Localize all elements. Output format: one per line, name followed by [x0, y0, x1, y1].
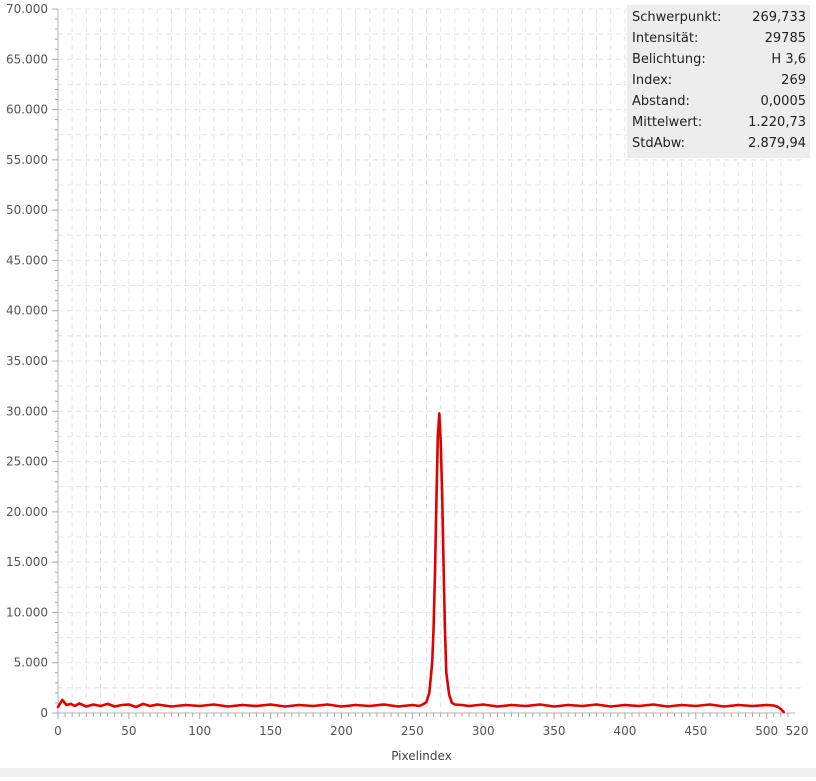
info-value: 269	[781, 73, 806, 88]
y-tick-label: 40.000	[6, 304, 48, 318]
y-tick-label: 60.000	[6, 103, 48, 117]
info-label: Abstand:	[632, 94, 690, 109]
info-row-stdabw: StdAbw: 2.879,94	[632, 133, 806, 154]
y-tick-label: 30.000	[6, 404, 48, 418]
x-tick-label: 450	[684, 724, 707, 738]
info-row-mittelwert: Mittelwert: 1.220,73	[632, 112, 806, 133]
info-row-schwerpunkt: Schwerpunkt: 269,733	[632, 7, 806, 28]
x-tick-label: 500	[755, 724, 778, 738]
x-tick-label: 200	[330, 724, 353, 738]
info-value: 269,733	[752, 10, 806, 25]
x-tick-label: 50	[121, 724, 136, 738]
y-tick-label: 65.000	[6, 52, 48, 66]
y-tick-label: 70.000	[6, 2, 48, 16]
y-tick-label: 5.000	[14, 656, 48, 670]
info-panel: Schwerpunkt: 269,733 Intensität: 29785 B…	[627, 5, 810, 158]
series-layer	[56, 412, 786, 714]
y-tick-label: 55.000	[6, 153, 48, 167]
y-tick-label: 15.000	[6, 555, 48, 569]
info-row-index: Index: 269	[632, 70, 806, 91]
info-label: Mittelwert:	[632, 115, 703, 130]
x-tick-label: 100	[188, 724, 211, 738]
x-tick-label: 350	[543, 724, 566, 738]
info-label: Belichtung:	[632, 52, 706, 67]
series-line	[56, 412, 786, 714]
y-tick-label: 25.000	[6, 455, 48, 469]
info-value: 0,0005	[760, 94, 807, 109]
info-value: H 3,6	[771, 52, 806, 67]
x-tick-label: 520	[786, 724, 809, 738]
x-tick-label: 400	[613, 724, 636, 738]
info-row-belichtung: Belichtung: H 3,6	[632, 49, 806, 70]
info-row-abstand: Abstand: 0,0005	[632, 91, 806, 112]
y-tick-label: 35.000	[6, 354, 48, 368]
info-value: 29785	[764, 31, 806, 46]
y-tick-label: 0	[40, 706, 48, 720]
y-tick-label: 45.000	[6, 253, 48, 267]
y-tick-label: 20.000	[6, 505, 48, 519]
bottom-strip	[0, 768, 816, 777]
y-tick-label: 50.000	[6, 203, 48, 217]
info-label: StdAbw:	[632, 136, 686, 151]
line-chart: 0 50 100 150 200 250 300 350 400 450 500 520 0 5.000 1…	[0, 0, 816, 777]
x-axis-label: Pixelindex	[391, 749, 452, 763]
x-tick-label: 150	[259, 724, 282, 738]
info-value: 2.879,94	[748, 136, 806, 151]
x-tick-label: 300	[472, 724, 495, 738]
info-label: Index:	[632, 73, 673, 88]
x-tick-label: 250	[401, 724, 424, 738]
info-value: 1.220,73	[748, 115, 806, 130]
x-tick-label: 0	[54, 724, 62, 738]
info-label: Intensität:	[632, 31, 699, 46]
info-label: Schwerpunkt:	[632, 10, 722, 25]
info-row-intensitaet: Intensität: 29785	[632, 28, 806, 49]
y-tick-label: 10.000	[6, 605, 48, 619]
